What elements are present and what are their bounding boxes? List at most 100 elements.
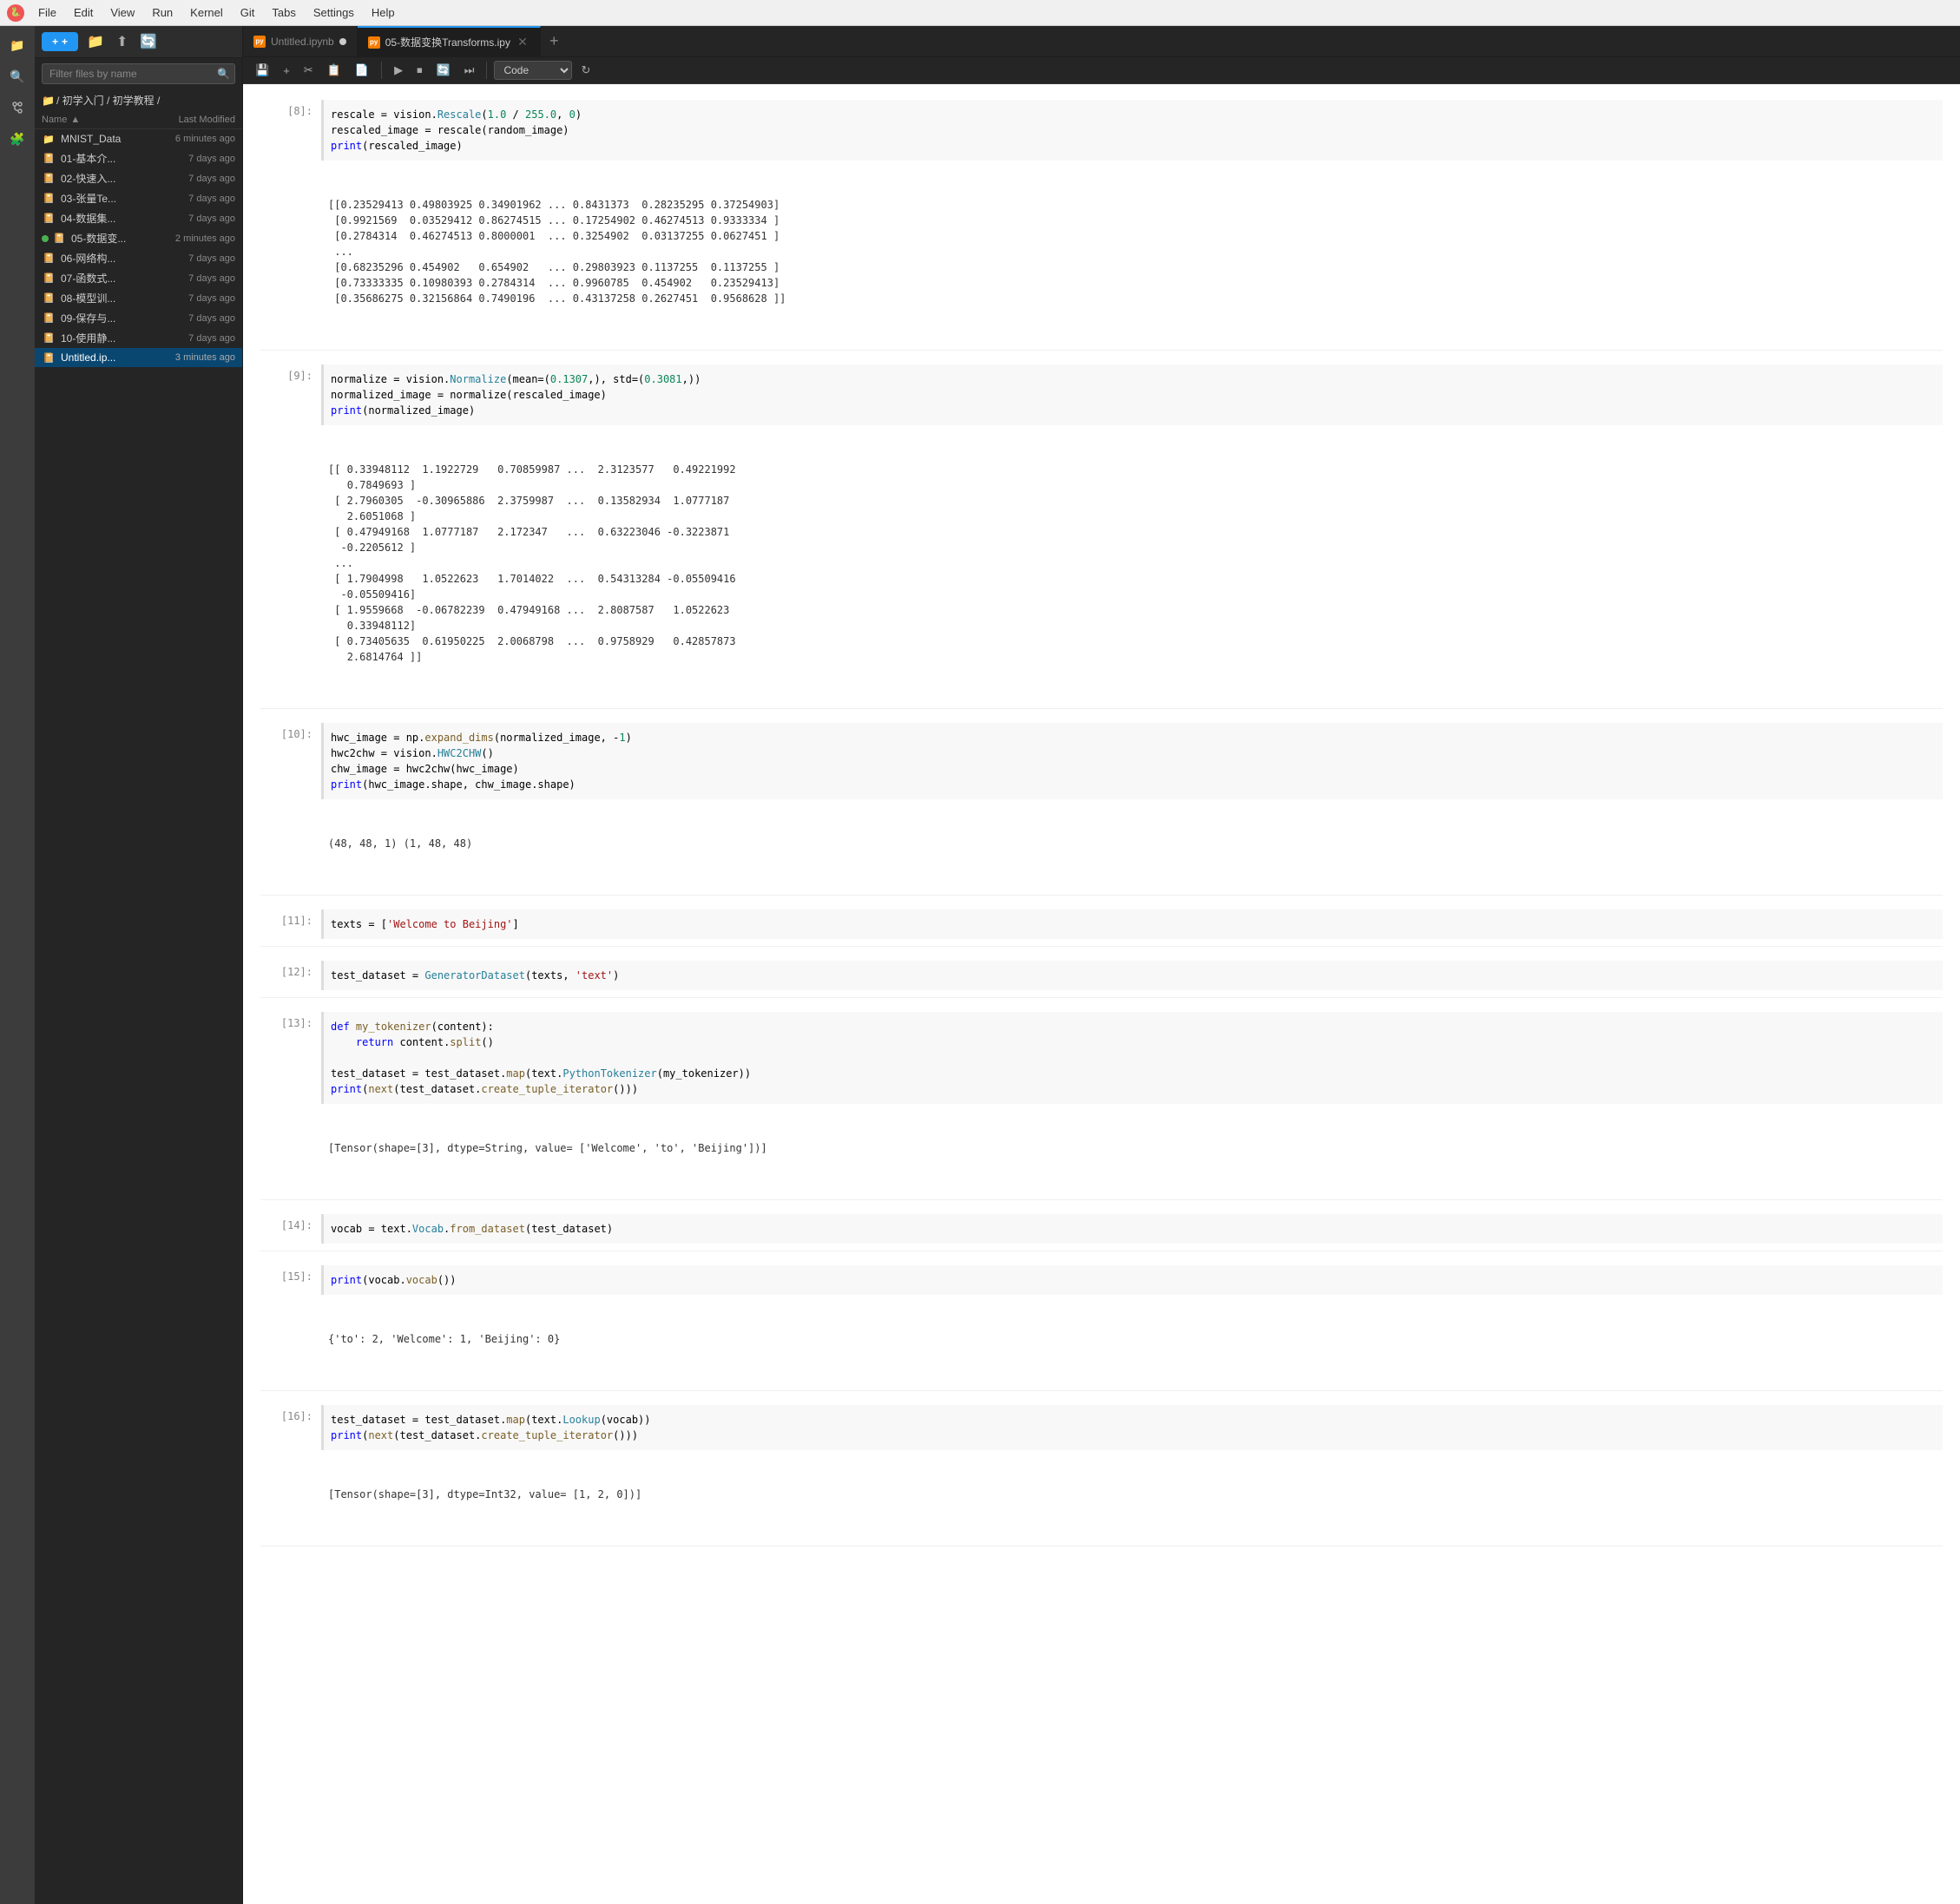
cell-input-9: normalize = vision.Normalize(mean=(0.130… (321, 364, 1943, 425)
upload-button[interactable]: ⬆ (113, 31, 131, 52)
cell-content-10[interactable]: hwc_image = np.expand_dims(normalized_im… (321, 723, 1943, 888)
file-date: 7 days ago (148, 313, 235, 324)
app-icon: 🐍 (7, 4, 24, 22)
file-panel: + + 📁 ⬆ 🔄 🔍 📁 / 初学入门 / 初学教程 / Name ▲ Las… (35, 26, 243, 1904)
cell-16: [16]: test_dataset = test_dataset.map(te… (260, 1398, 1943, 1546)
file-item-06[interactable]: 📔 06-网络构... 7 days ago (35, 248, 242, 268)
notebook-icon: 📔 (42, 172, 56, 186)
refresh-button[interactable]: 🔄 (136, 31, 161, 52)
toolbar-divider-1 (381, 62, 382, 79)
breadcrumb-text: / 初学入门 / 初学教程 / (56, 93, 160, 108)
cell-content-13[interactable]: def my_tokenizer(content): return conten… (321, 1012, 1943, 1192)
menu-tabs[interactable]: Tabs (265, 4, 302, 21)
new-tab-button[interactable]: + (541, 32, 568, 50)
sidebar-files-icon[interactable]: 📁 (5, 33, 30, 57)
menu-kernel[interactable]: Kernel (183, 4, 230, 21)
restart-button[interactable]: 🔄 (431, 61, 456, 80)
file-item-untitled[interactable]: 📔 Untitled.ip... 3 minutes ago (35, 348, 242, 367)
cell-content-16[interactable]: test_dataset = test_dataset.map(text.Loo… (321, 1405, 1943, 1539)
cell-input-8: rescale = vision.Rescale(1.0 / 255.0, 0)… (321, 100, 1943, 161)
tab-close-button[interactable]: ✕ (516, 36, 529, 49)
icon-sidebar: 📁 🔍 🧩 (0, 26, 35, 1904)
cell-number-10: [10]: (260, 723, 321, 888)
open-folder-button[interactable]: 📁 (83, 31, 108, 52)
add-cell-button[interactable]: + (278, 62, 295, 80)
notebook-icon: 📔 (42, 312, 56, 325)
menu-file[interactable]: File (31, 4, 63, 21)
file-name: Untitled.ip... (61, 351, 148, 364)
file-item-10[interactable]: 📔 10-使用静... 7 days ago (35, 328, 242, 348)
search-box: 🔍 (42, 63, 235, 84)
stop-button[interactable]: ⏹ (411, 61, 428, 80)
menu-edit[interactable]: Edit (67, 4, 100, 21)
cell-15: [15]: print(vocab.vocab()) {'to': 2, 'We… (260, 1258, 1943, 1391)
cell-12: [12]: test_dataset = GeneratorDataset(te… (260, 954, 1943, 998)
cell-8: [8]: rescale = vision.Rescale(1.0 / 255.… (260, 93, 1943, 351)
breadcrumb-folder-icon: 📁 (42, 95, 55, 107)
cell-content-9[interactable]: normalize = vision.Normalize(mean=(0.130… (321, 364, 1943, 701)
menu-view[interactable]: View (103, 4, 141, 21)
tab-label: 05-数据变换Transforms.ipy (385, 35, 510, 49)
notebook-icon: 📔 (42, 152, 56, 166)
file-item-05[interactable]: 📔 05-数据变... 2 minutes ago (35, 228, 242, 248)
file-name: 08-模型训... (61, 291, 148, 305)
cell-output-16: [Tensor(shape=[3], dtype=Int32, value= [… (321, 1450, 1943, 1539)
file-item-mnist[interactable]: 📁 MNIST_Data 6 minutes ago (35, 129, 242, 148)
sort-icon: ▲ (70, 115, 80, 125)
breadcrumb: 📁 / 初学入门 / 初学教程 / (35, 89, 242, 111)
cell-content-15[interactable]: print(vocab.vocab()) {'to': 2, 'Welcome'… (321, 1265, 1943, 1383)
sidebar-git-icon[interactable] (5, 95, 30, 120)
file-panel-toolbar: + + 📁 ⬆ 🔄 (35, 26, 242, 58)
search-input[interactable] (42, 63, 235, 84)
file-item-07[interactable]: 📔 07-函数式... 7 days ago (35, 268, 242, 288)
notebook-icon: 📔 (42, 192, 56, 206)
file-date: 3 minutes ago (148, 352, 235, 363)
column-modified-header[interactable]: Last Modified (140, 115, 235, 125)
column-name-header[interactable]: Name ▲ (42, 115, 140, 125)
tab-transforms[interactable]: py 05-数据变换Transforms.ipy ✕ (358, 26, 541, 56)
cell-number-12: [12]: (260, 961, 321, 990)
menu-git[interactable]: Git (233, 4, 262, 21)
cut-button[interactable]: ✂ (299, 61, 319, 80)
file-item-08[interactable]: 📔 08-模型训... 7 days ago (35, 288, 242, 308)
cell-content-14[interactable]: vocab = text.Vocab.from_dataset(test_dat… (321, 1214, 1943, 1244)
file-item-03[interactable]: 📔 03-张量Te... 7 days ago (35, 188, 242, 208)
tab-untitled[interactable]: py Untitled.ipynb (243, 26, 358, 56)
cell-number-15: [15]: (260, 1265, 321, 1383)
menu-settings[interactable]: Settings (306, 4, 361, 21)
file-date: 7 days ago (148, 213, 235, 224)
copy-button[interactable]: 📋 (322, 61, 346, 80)
notebook-icon: 📔 (42, 212, 56, 226)
cell-content-11[interactable]: texts = ['Welcome to Beijing'] (321, 909, 1943, 939)
cell-type-select[interactable]: Code Markdown Raw (494, 61, 572, 80)
notebook-icon: 📔 (42, 252, 56, 266)
file-list: 📁 MNIST_Data 6 minutes ago 📔 01-基本介... 7… (35, 129, 242, 1904)
file-item-04[interactable]: 📔 04-数据集... 7 days ago (35, 208, 242, 228)
sidebar-search-icon[interactable]: 🔍 (5, 64, 30, 89)
cell-content-12[interactable]: test_dataset = GeneratorDataset(texts, '… (321, 961, 1943, 990)
file-date: 7 days ago (148, 273, 235, 284)
cell-output-13: [Tensor(shape=[3], dtype=String, value= … (321, 1104, 1943, 1192)
cell-number-16: [16]: (260, 1405, 321, 1539)
file-item-01[interactable]: 📔 01-基本介... 7 days ago (35, 148, 242, 168)
cell-output-9: [[ 0.33948112 1.1922729 0.70859987 ... 2… (321, 425, 1943, 701)
main-layout: 📁 🔍 🧩 + + 📁 ⬆ 🔄 🔍 📁 / 初学入门 / 初学教程 / (0, 26, 1960, 1904)
save-button[interactable]: 💾 (250, 61, 274, 80)
cell-output-15: {'to': 2, 'Welcome': 1, 'Beijing': 0} (321, 1295, 1943, 1383)
paste-button[interactable]: 📄 (350, 61, 374, 80)
run-button[interactable]: ▶ (389, 61, 408, 80)
notebook-icon: 📔 (42, 332, 56, 345)
file-item-09[interactable]: 📔 09-保存与... 7 days ago (35, 308, 242, 328)
sidebar-extensions-icon[interactable]: 🧩 (5, 127, 30, 151)
cell-number-14: [14]: (260, 1214, 321, 1244)
editor-area: py Untitled.ipynb py 05-数据变换Transforms.i… (243, 26, 1960, 1904)
refresh-kernel-button[interactable]: ↻ (576, 61, 595, 80)
file-item-02[interactable]: 📔 02-快速入... 7 days ago (35, 168, 242, 188)
run-all-button[interactable]: ⏭ (459, 61, 480, 80)
new-file-button[interactable]: + + (42, 32, 78, 51)
cell-input-14: vocab = text.Vocab.from_dataset(test_dat… (321, 1214, 1943, 1244)
menu-run[interactable]: Run (145, 4, 180, 21)
menu-help[interactable]: Help (365, 4, 402, 21)
cell-content-8[interactable]: rescale = vision.Rescale(1.0 / 255.0, 0)… (321, 100, 1943, 343)
unsaved-indicator (339, 38, 346, 45)
